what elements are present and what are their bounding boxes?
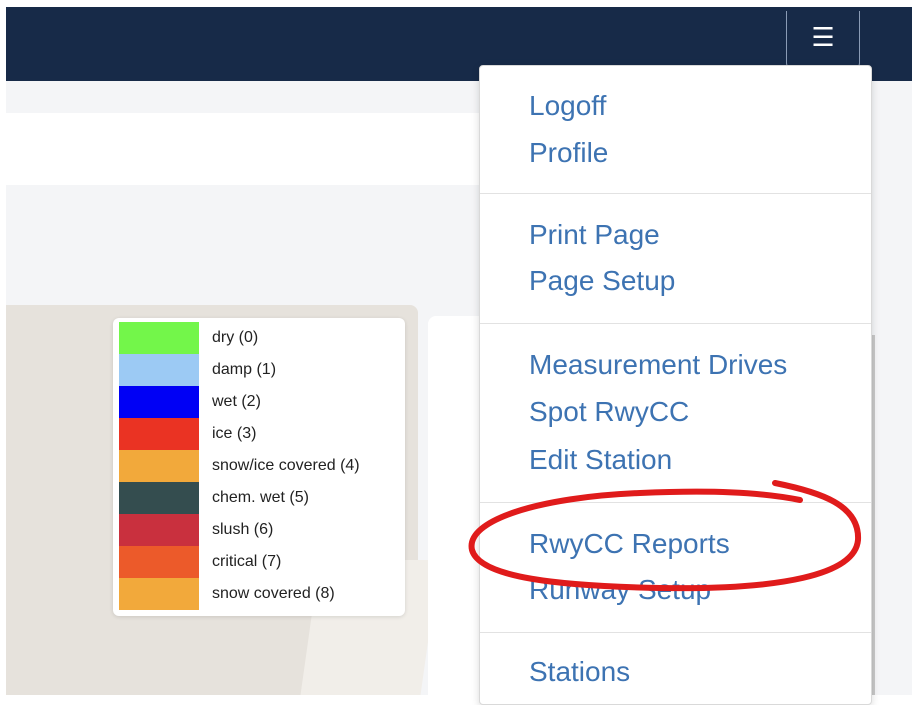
legend-item: damp (1) (119, 354, 276, 386)
menu-item-runway-setup[interactable]: Runway Setup (529, 576, 711, 604)
legend-label: snow/ice covered (4) (212, 457, 360, 474)
legend-label: ice (3) (212, 425, 257, 442)
menu-item-measurement-drives[interactable]: Measurement Drives (529, 351, 787, 379)
menu-item-stations[interactable]: Stations (529, 658, 630, 686)
legend-label: snow covered (8) (212, 585, 335, 602)
legend-label: slush (6) (212, 521, 274, 538)
menu-item-profile[interactable]: Profile (529, 139, 608, 167)
legend-item: chem. wet (5) (119, 482, 309, 514)
legend-item: ice (3) (119, 418, 256, 450)
legend-swatch (119, 322, 199, 354)
menu-item-page-setup[interactable]: Page Setup (529, 267, 675, 295)
legend-swatch (119, 354, 199, 386)
legend-label: dry (0) (212, 329, 259, 346)
main-menu-dropdown: Logoff Profile Print Page Page Setup Mea… (479, 65, 872, 705)
legend-swatch (119, 450, 199, 482)
legend-swatch (119, 578, 199, 610)
menu-item-spot-rwycc[interactable]: Spot RwyCC (529, 398, 689, 426)
menu-divider (480, 193, 871, 194)
legend-label: wet (2) (212, 393, 261, 410)
panel-header (6, 113, 484, 185)
menu-divider (480, 632, 871, 633)
legend-swatch (119, 482, 199, 514)
menu-item-logoff[interactable]: Logoff (529, 92, 606, 120)
legend-item: snow covered (8) (119, 578, 335, 610)
legend-item: dry (0) (119, 322, 258, 354)
condition-legend: dry (0) damp (1) wet (2) ice (3) snow/ic… (113, 318, 405, 616)
legend-item: slush (6) (119, 514, 273, 546)
menu-divider (480, 502, 871, 503)
menu-divider (480, 323, 871, 324)
hamburger-icon: ☰ (811, 21, 835, 52)
legend-swatch (119, 418, 199, 450)
legend-swatch (119, 386, 199, 418)
menu-toggle-button[interactable]: ☰ (786, 11, 860, 69)
legend-item: wet (2) (119, 386, 261, 418)
legend-label: critical (7) (212, 553, 282, 570)
menu-item-print-page[interactable]: Print Page (529, 221, 660, 249)
legend-label: damp (1) (212, 361, 277, 378)
legend-item: critical (7) (119, 546, 281, 578)
legend-swatch (119, 514, 199, 546)
menu-item-edit-station[interactable]: Edit Station (529, 446, 672, 474)
legend-item: snow/ice covered (4) (119, 450, 360, 482)
menu-item-rwycc-reports[interactable]: RwyCC Reports (529, 530, 730, 558)
legend-label: chem. wet (5) (212, 489, 309, 506)
legend-swatch (119, 546, 199, 578)
